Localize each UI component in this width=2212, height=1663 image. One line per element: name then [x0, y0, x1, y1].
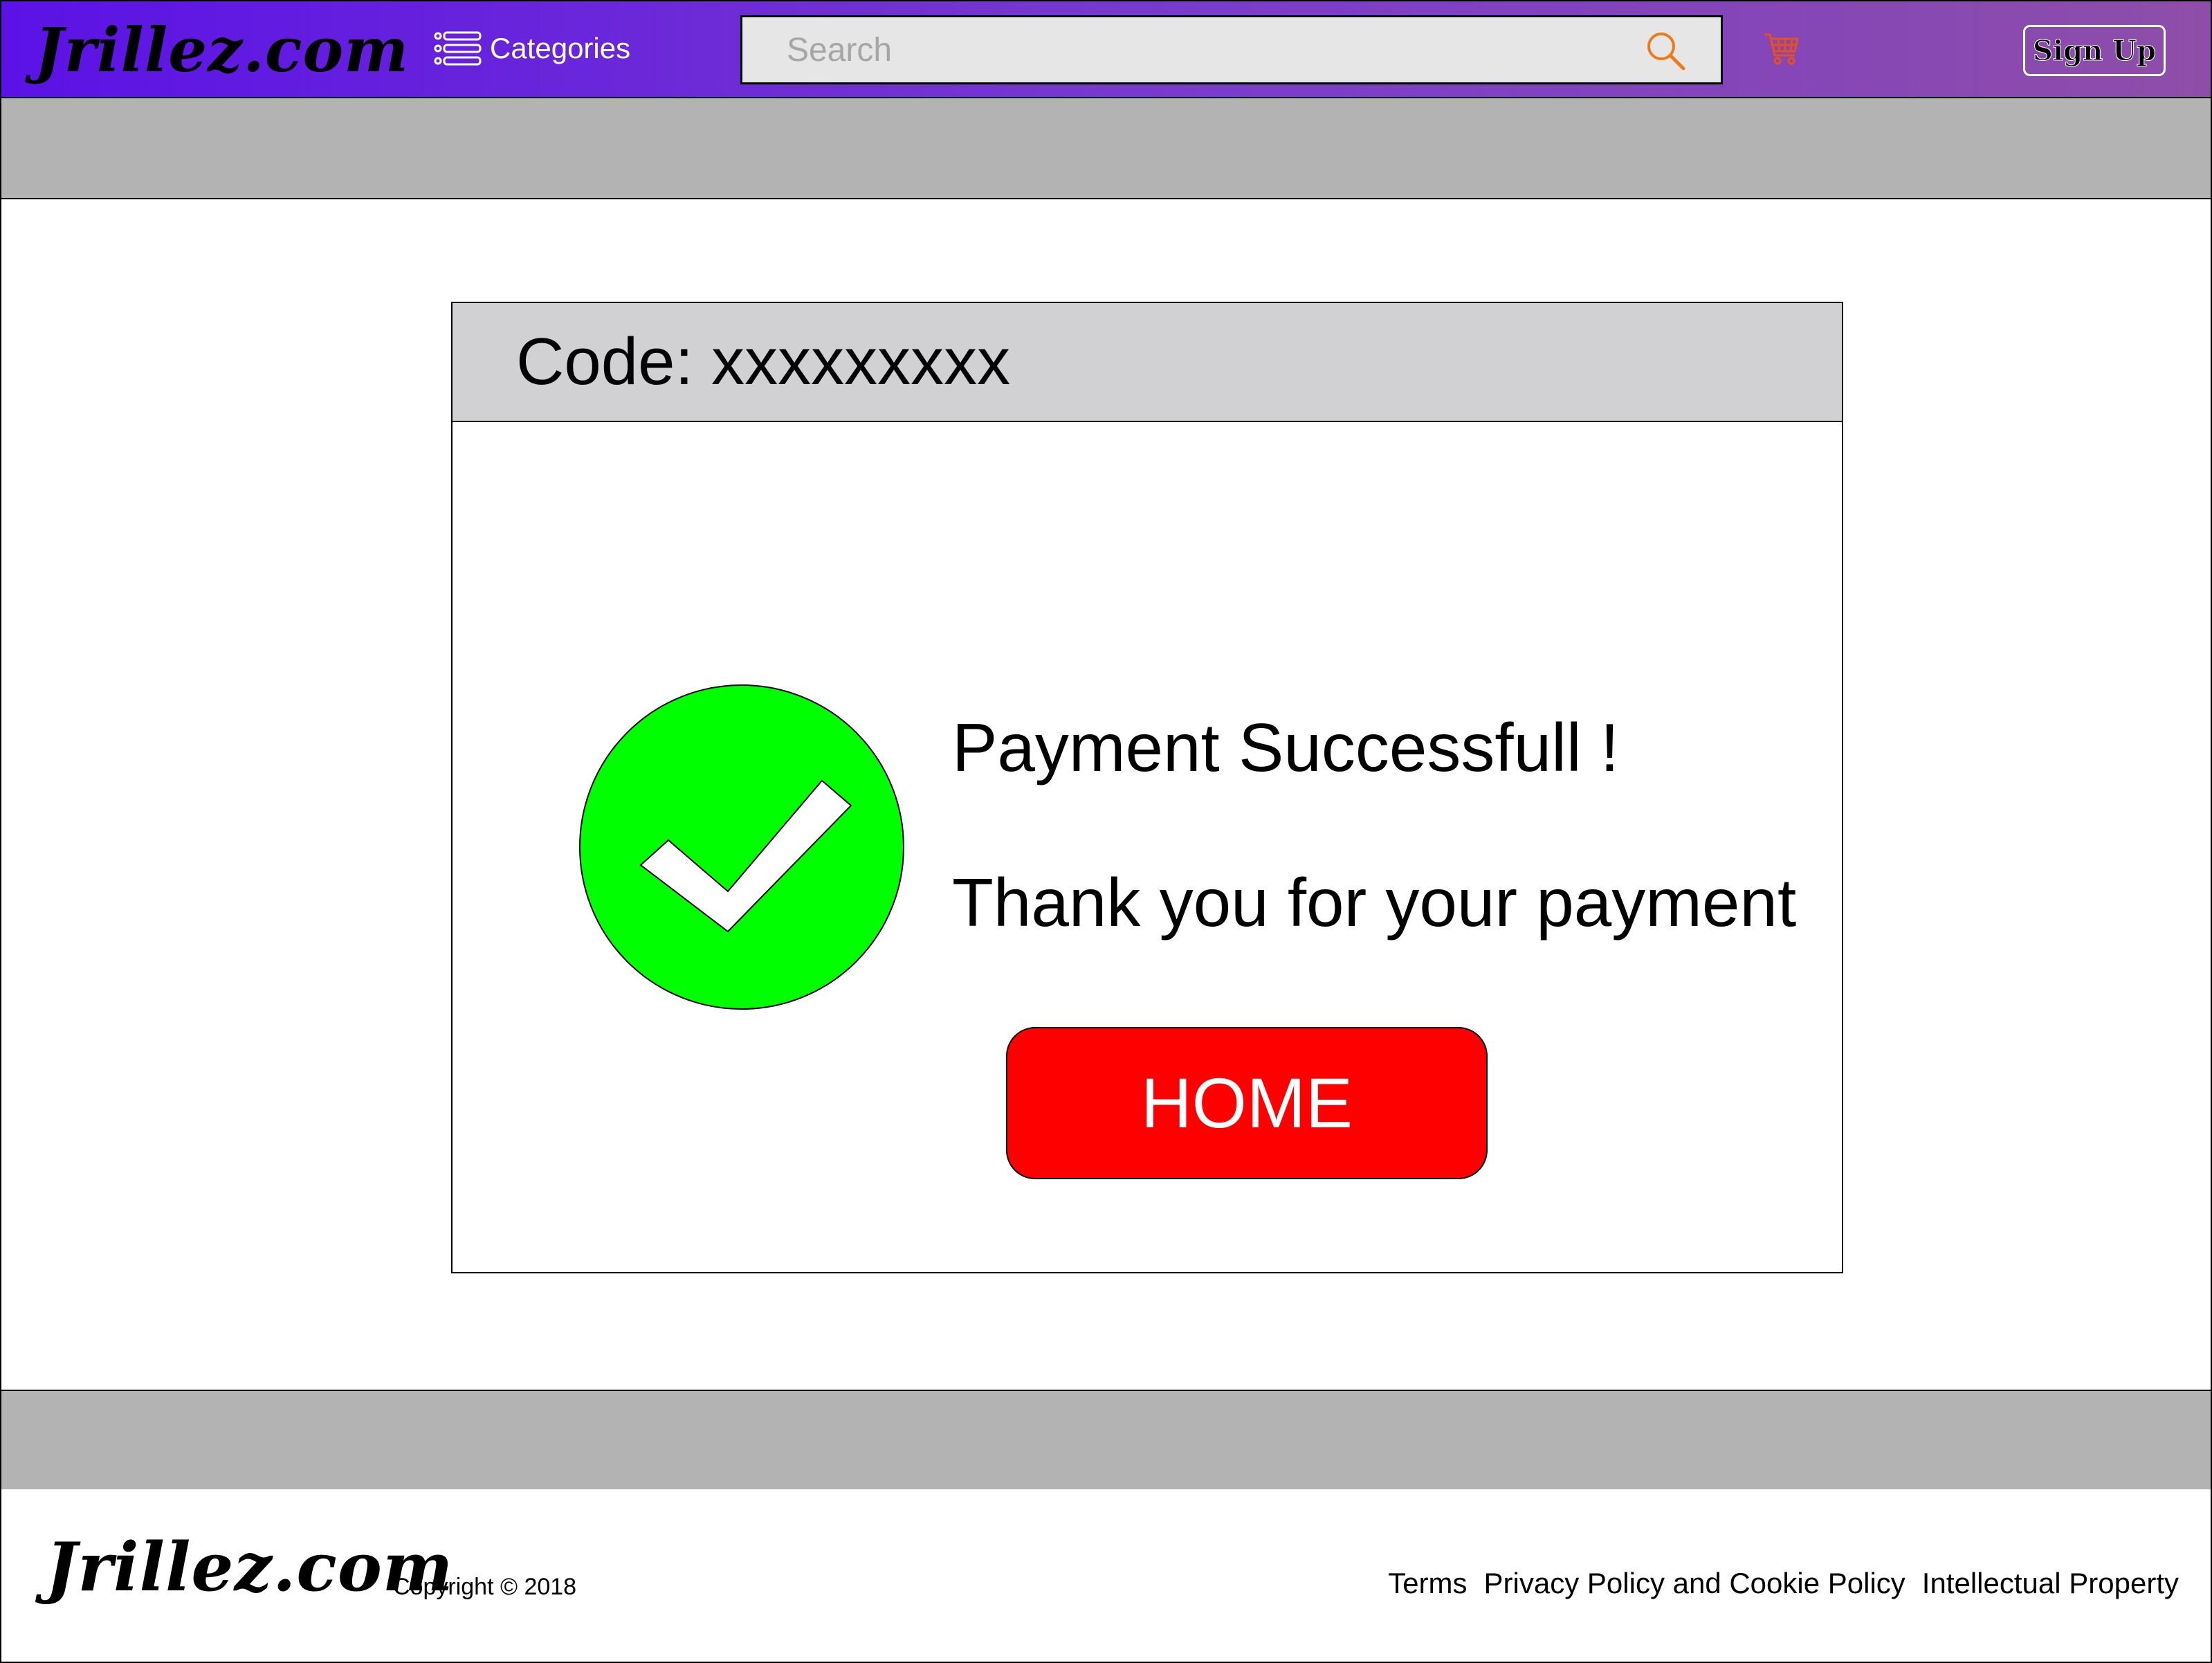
code-label: Code: — [516, 325, 694, 399]
thank-you-message: Thank you for your payment — [952, 864, 1797, 940]
top-nav-bar: Jrillez.com Categories Search Sign Up — [1, 1, 2211, 98]
sign-up-button[interactable]: Sign Up — [2023, 25, 2166, 76]
search-input[interactable] — [742, 17, 1642, 82]
home-button[interactable]: HOME — [1006, 1027, 1488, 1179]
card-header: Code: xxxxxxxxx — [453, 303, 1842, 422]
search-bar — [740, 15, 1723, 84]
bottom-gray-band — [1, 1390, 2211, 1491]
code-value: xxxxxxxxx — [711, 325, 1011, 399]
footer-links: Terms Privacy Policy and Cookie Policy I… — [1388, 1567, 2179, 1600]
intellectual-property-link[interactable]: Intellectual Property — [1922, 1567, 2179, 1600]
payment-confirmation-card: Code: xxxxxxxxx Payment Successfull ! Th… — [451, 302, 1843, 1273]
categories-label: Categories — [490, 32, 631, 64]
order-code: Code: xxxxxxxxx — [516, 324, 1010, 400]
success-title: Payment Successfull ! — [952, 709, 1620, 785]
footer: Jrillez.com Copyright © 2018 Terms Priva… — [1, 1489, 2211, 1662]
search-icon[interactable] — [1645, 30, 1686, 75]
top-gray-band — [1, 98, 2211, 199]
list-icon — [433, 30, 483, 66]
site-logo[interactable]: Jrillez.com — [35, 14, 409, 86]
cart-icon[interactable] — [1763, 30, 1800, 71]
terms-link[interactable]: Terms — [1388, 1567, 1467, 1600]
categories-button[interactable]: Categories — [433, 30, 630, 66]
copyright-text: Copyright © 2018 — [393, 1574, 577, 1600]
privacy-policy-link[interactable]: Privacy Policy and Cookie Policy — [1484, 1567, 1905, 1600]
check-circle-icon — [578, 684, 905, 1014]
